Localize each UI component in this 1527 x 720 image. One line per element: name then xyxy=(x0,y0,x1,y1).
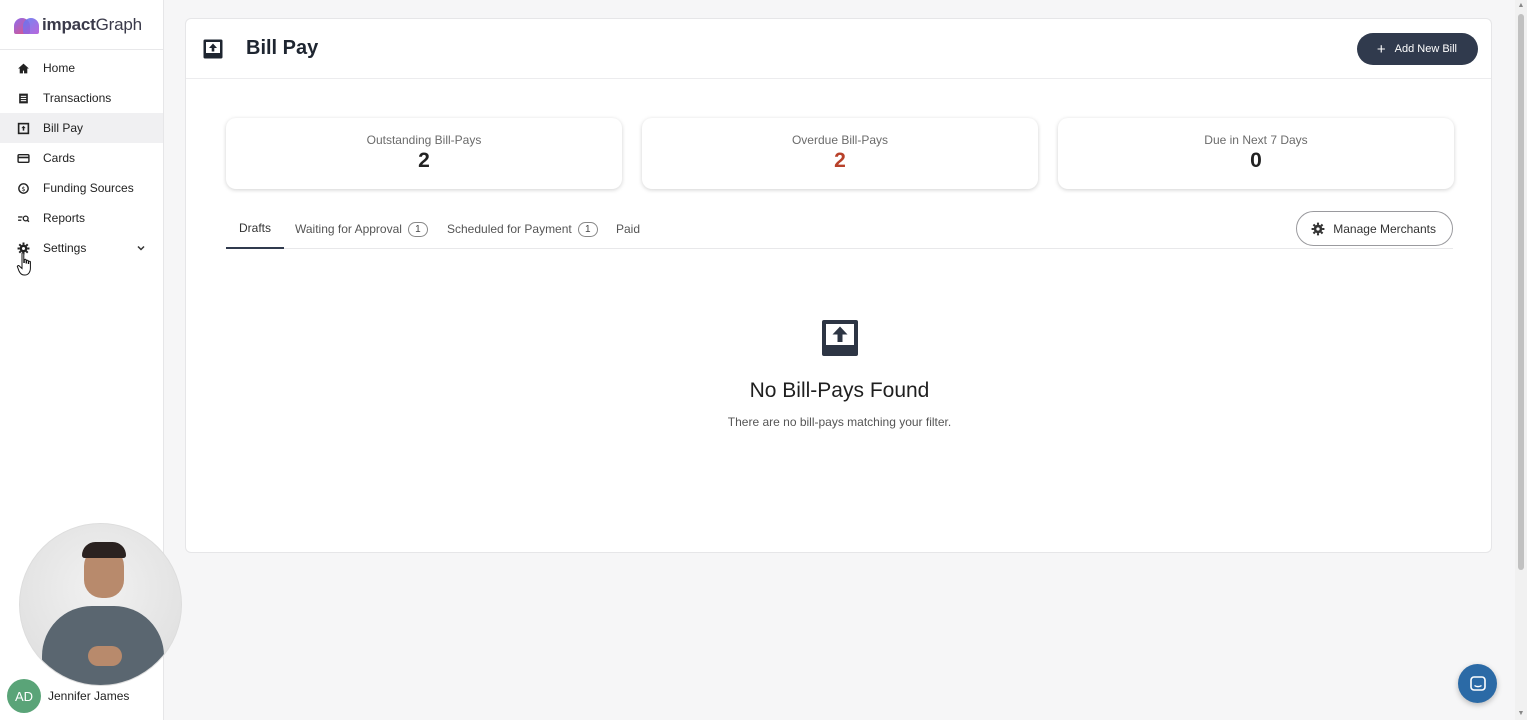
receipt-icon xyxy=(17,92,30,105)
count-badge: 1 xyxy=(577,221,598,237)
stat-label: Outstanding Bill-Pays xyxy=(366,133,482,147)
summary-stats: Outstanding Bill-Pays 2 Overdue Bill-Pay… xyxy=(226,118,1454,189)
chevron-down-icon[interactable] xyxy=(135,242,147,254)
svg-text:$: $ xyxy=(21,184,25,192)
tab-label: Waiting for Approval xyxy=(295,222,402,236)
stat-due-next-7-days: Due in Next 7 Days 0 xyxy=(1058,118,1454,189)
funding-icon: $ xyxy=(17,182,30,195)
stat-outstanding: Outstanding Bill-Pays 2 xyxy=(226,118,622,189)
sidebar-nav: Home Transactions Bill Pay Cards $ Fundi… xyxy=(0,50,163,263)
gear-icon xyxy=(1311,222,1325,235)
sidebar-item-transactions[interactable]: Transactions xyxy=(0,83,163,113)
sidebar-item-label: Home xyxy=(43,61,76,75)
user-profile[interactable]: AD Jennifer James xyxy=(7,679,129,713)
logo-mark-icon xyxy=(14,16,40,34)
tab-label: Drafts xyxy=(239,221,272,235)
sidebar-item-funding-sources[interactable]: $ Funding Sources xyxy=(0,173,163,203)
bill-status-tabs: Drafts Waiting for Approval 1 Scheduled … xyxy=(226,209,1453,249)
tab-label: Paid xyxy=(616,222,641,236)
credit-card-icon xyxy=(17,152,30,165)
manage-merchants-label: Manage Merchants xyxy=(1333,221,1436,236)
tab-label: Scheduled for Payment xyxy=(447,222,572,236)
sidebar-item-bill-pay[interactable]: Bill Pay xyxy=(0,113,163,143)
stat-value: 0 xyxy=(1250,149,1262,172)
hand-pointer-cursor-icon xyxy=(16,252,31,276)
user-name: Jennifer James xyxy=(48,689,130,703)
page-header: Bill Pay + Add New Bill xyxy=(186,19,1491,79)
scroll-thumb[interactable] xyxy=(1518,14,1524,570)
logo[interactable]: impactGraph xyxy=(0,0,163,50)
stat-overdue: Overdue Bill-Pays 2 xyxy=(642,118,1038,189)
presenter-video-bubble[interactable] xyxy=(19,523,182,686)
page-title: Bill Pay xyxy=(246,37,319,59)
scroll-up-icon[interactable]: ▲ xyxy=(1517,2,1525,10)
add-new-bill-label: Add New Bill xyxy=(1394,43,1457,55)
sidebar-item-label: Bill Pay xyxy=(43,121,84,135)
bill-upload-icon xyxy=(821,320,858,356)
bill-upload-icon xyxy=(203,39,223,58)
plus-icon: + xyxy=(1376,40,1386,58)
sidebar: impactGraph Home Transactions Bill Pay C… xyxy=(0,0,182,720)
empty-state: No Bill-Pays Found There are no bill-pay… xyxy=(186,319,1493,429)
tab-drafts[interactable]: Drafts xyxy=(226,209,285,249)
sidebar-item-label: Funding Sources xyxy=(43,181,134,195)
chat-launcher-button[interactable] xyxy=(1458,664,1497,703)
avatar: AD xyxy=(7,679,41,713)
stat-label: Due in Next 7 Days xyxy=(1204,133,1308,147)
bill-upload-icon xyxy=(17,122,30,135)
chat-icon xyxy=(1469,675,1486,691)
sidebar-item-home[interactable]: Home xyxy=(0,53,163,83)
sidebar-item-label: Reports xyxy=(43,211,86,225)
reports-search-icon xyxy=(17,212,30,225)
empty-state-subtitle: There are no bill-pays matching your fil… xyxy=(727,415,952,429)
stat-value: 2 xyxy=(418,149,430,172)
home-icon xyxy=(17,62,30,75)
sidebar-item-label: Settings xyxy=(43,241,87,255)
tab-waiting-for-approval[interactable]: Waiting for Approval 1 xyxy=(295,209,428,249)
bill-pay-panel: Bill Pay + Add New Bill Outstanding Bill… xyxy=(185,18,1492,553)
stat-label: Overdue Bill-Pays xyxy=(791,133,889,147)
sidebar-item-label: Cards xyxy=(43,151,76,165)
count-badge: 1 xyxy=(407,221,428,237)
sidebar-item-label: Transactions xyxy=(43,91,112,105)
manage-merchants-button[interactable]: Manage Merchants xyxy=(1296,211,1453,246)
scroll-down-icon[interactable]: ▼ xyxy=(1517,710,1525,718)
sidebar-item-reports[interactable]: Reports xyxy=(0,203,163,233)
logo-text: impactGraph xyxy=(42,14,142,34)
page-scrollbar[interactable]: ▲ ▼ xyxy=(1515,0,1527,720)
empty-state-title: No Bill-Pays Found xyxy=(749,379,930,402)
tab-paid[interactable]: Paid xyxy=(616,209,640,249)
add-new-bill-button[interactable]: + Add New Bill xyxy=(1356,33,1478,65)
sidebar-item-cards[interactable]: Cards xyxy=(0,143,163,173)
stat-value: 2 xyxy=(834,149,846,172)
tab-scheduled-for-payment[interactable]: Scheduled for Payment 1 xyxy=(447,209,598,249)
